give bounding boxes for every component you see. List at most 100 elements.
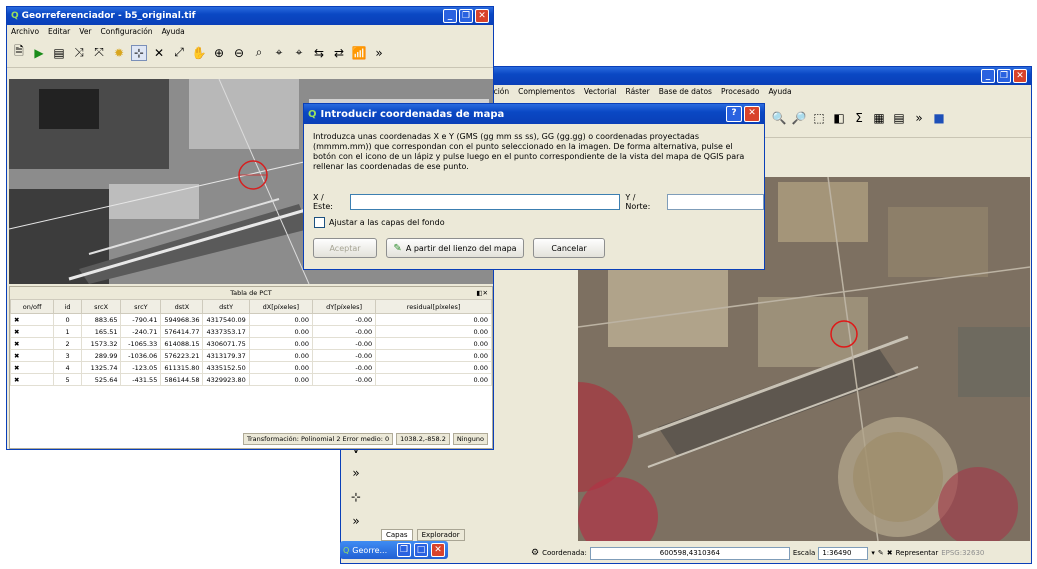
help-button[interactable]: ?	[726, 106, 742, 122]
chevron-down-icon[interactable]: »	[352, 466, 359, 480]
open-raster-icon[interactable]: 🗎	[11, 44, 27, 61]
help-icon[interactable]: ■	[931, 110, 947, 126]
generate-gdal-script-icon[interactable]: ▤	[51, 45, 67, 61]
taskbar-item[interactable]: Q Georre... ❐ □ ✕	[340, 541, 448, 559]
zoom-layer-icon[interactable]: ⌕	[251, 45, 267, 61]
minimize-button[interactable]: _	[981, 69, 995, 83]
enabled-checkbox[interactable]: ✖	[9, 373, 55, 386]
table-row[interactable]: ✖ 4 1325.74 -123.05 611315.80 4335152.50…	[9, 361, 492, 374]
delete-point-icon[interactable]: ✕	[151, 45, 167, 61]
render-label: Representar	[895, 549, 939, 557]
maximize-icon[interactable]: □	[414, 543, 428, 557]
identify-icon[interactable]: 🔍	[771, 110, 787, 126]
menu-raster[interactable]: Ráster	[626, 87, 650, 96]
restore-icon[interactable]: ❐	[397, 543, 411, 557]
stop-render-icon[interactable]: ✎	[878, 549, 884, 557]
menu-vectorial[interactable]: Vectorial	[584, 87, 617, 96]
menu-base-de-datos[interactable]: Base de datos	[659, 87, 712, 96]
zoom-next-icon[interactable]: ⌖	[291, 45, 307, 61]
histogram-icon[interactable]: 📶	[351, 45, 367, 61]
menu-complementos[interactable]: Complementos	[518, 87, 575, 96]
save-gcp-icon[interactable]: ⤧	[91, 45, 107, 61]
close-icon[interactable]: ✕	[431, 543, 445, 557]
cell: 5	[53, 373, 82, 386]
load-gcp-icon[interactable]: ⤨	[71, 45, 87, 61]
cursor-coords: 1038.2,-858.2	[396, 433, 450, 445]
layers-panel-tabs: Capas Explorador	[381, 529, 465, 541]
from-canvas-button[interactable]: ✎ A partir del lienzo del mapa	[386, 238, 524, 258]
enabled-checkbox[interactable]: ✖	[9, 349, 55, 362]
maximize-button[interactable]: ❐	[997, 69, 1011, 83]
enabled-checkbox[interactable]: ✖	[9, 313, 55, 326]
cell: 165.51	[80, 325, 122, 338]
enabled-checkbox[interactable]: ✖	[9, 361, 55, 374]
column-header[interactable]: residual[píxeles]	[375, 299, 492, 314]
column-header[interactable]: dX[píxeles]	[248, 299, 313, 314]
tab-capas[interactable]: Capas	[381, 529, 413, 541]
table-row[interactable]: ✖ 5 525.64 -431.55 586144.58 4329923.80 …	[9, 373, 492, 386]
render-checkbox[interactable]: ✖	[887, 549, 893, 557]
cell: 611315.80	[160, 361, 204, 374]
zoom-last-icon[interactable]: ⌖	[271, 45, 287, 61]
column-header[interactable]: dstX	[160, 299, 204, 314]
crs-indicator[interactable]: Ninguno	[452, 433, 488, 445]
crs-indicator[interactable]: EPSG:32630	[941, 549, 984, 557]
close-button[interactable]: ✕	[475, 9, 489, 23]
menu-editar[interactable]: Editar	[48, 27, 70, 36]
close-button[interactable]: ✕	[1013, 69, 1027, 83]
accept-button[interactable]: Aceptar	[313, 238, 377, 258]
minimize-button[interactable]: _	[443, 9, 457, 23]
column-header[interactable]: srcY	[120, 299, 162, 314]
menu-configuracion[interactable]: Configuración	[101, 27, 153, 36]
table-row[interactable]: ✖ 0 883.65 -790.41 594968.36 4317540.09 …	[9, 313, 492, 326]
attribute-table-icon[interactable]: ▦	[871, 110, 887, 126]
column-header[interactable]: on/off	[9, 299, 55, 314]
more-icon[interactable]: »	[911, 110, 927, 126]
column-header[interactable]: id	[53, 299, 82, 314]
chevron-down-icon[interactable]: ▾	[871, 549, 875, 557]
menu-procesado[interactable]: Procesado	[721, 87, 760, 96]
link-qgis-icon[interactable]: ⇄	[331, 45, 347, 61]
pan-icon[interactable]: ✋	[191, 45, 207, 61]
tab-explorador[interactable]: Explorador	[416, 529, 465, 541]
georef-toolbar: 🗎 ▶ ▤ ⤨ ⤧ ✹ ⊹ ✕ ⤢ ✋ ⊕ ⊖ ⌕ ⌖ ⌖ ⇆ ⇄ 📶 »	[7, 38, 493, 68]
table-row[interactable]: ✖ 2 1573.32 -1065.33 614088.15 4306071.7…	[9, 337, 492, 350]
column-header[interactable]: dstY	[202, 299, 250, 314]
zoom-in-icon[interactable]: ⊕	[211, 45, 227, 61]
link-georef-icon[interactable]: ⇆	[311, 45, 327, 61]
menu-archivo[interactable]: Archivo	[11, 27, 39, 36]
start-georeferencing-icon[interactable]: ▶	[31, 45, 47, 61]
measure-icon[interactable]: ▤	[891, 110, 907, 126]
zoom-out-icon[interactable]: ⊖	[231, 45, 247, 61]
capture-point-icon[interactable]: ⊹	[351, 490, 361, 504]
enabled-checkbox[interactable]: ✖	[9, 337, 55, 350]
messages-icon[interactable]: ⚙	[531, 548, 539, 558]
cell: 4	[53, 361, 82, 374]
menu-ver[interactable]: Ver	[79, 27, 91, 36]
cancel-button[interactable]: Cancelar	[533, 238, 605, 258]
close-button[interactable]: ✕	[744, 106, 760, 122]
menu-ayuda[interactable]: Ayuda	[768, 87, 791, 96]
enabled-checkbox[interactable]: ✖	[9, 325, 55, 338]
maximize-button[interactable]: ❐	[459, 9, 473, 23]
column-header[interactable]: dY[píxeles]	[311, 299, 377, 314]
move-point-icon[interactable]: ⤢	[171, 45, 187, 61]
settings-icon[interactable]: ✹	[111, 45, 127, 61]
table-row[interactable]: ✖ 3 289.99 -1036.06 576223.21 4313179.37…	[9, 349, 492, 362]
x-coordinate-input[interactable]	[350, 194, 621, 210]
deselect-icon[interactable]: ◧	[831, 110, 847, 126]
more-icon[interactable]: »	[371, 45, 387, 61]
table-row[interactable]: ✖ 1 165.51 -240.71 576414.77 4337353.17 …	[9, 325, 492, 338]
scale-field[interactable]: 1:36490	[818, 546, 869, 560]
float-close-icon[interactable]: ◧✕	[476, 287, 488, 299]
coord-field[interactable]: 600598,4310364	[589, 546, 790, 560]
add-point-icon[interactable]: ⊹	[131, 44, 147, 61]
select-icon[interactable]: ⬚	[811, 110, 827, 126]
sum-icon[interactable]: Σ	[851, 110, 867, 126]
chevron-down-icon[interactable]: »	[352, 514, 359, 528]
menu-ayuda[interactable]: Ayuda	[162, 27, 185, 36]
snap-checkbox[interactable]	[314, 217, 325, 228]
zoom-icon[interactable]: 🔎	[791, 110, 807, 126]
column-header[interactable]: srcX	[80, 299, 122, 314]
y-coordinate-input[interactable]	[667, 194, 764, 210]
